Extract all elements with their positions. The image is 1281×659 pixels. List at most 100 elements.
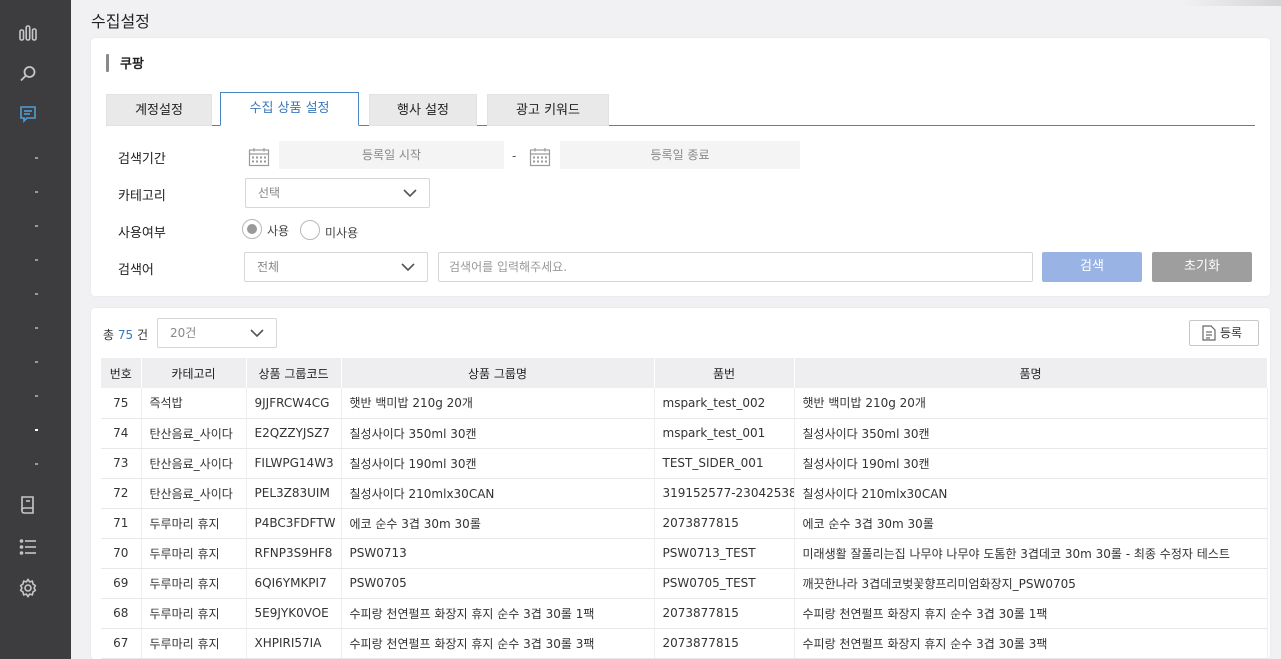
section-title: 쿠팡 bbox=[120, 57, 144, 72]
cell-item-name: 햇반 백미밥 210g 20개 bbox=[794, 388, 1268, 419]
chevron-down-icon bbox=[250, 328, 264, 338]
submenu-dot[interactable] bbox=[35, 395, 38, 397]
usage-option-unused: 미사용 bbox=[325, 226, 359, 240]
usage-radio-use[interactable] bbox=[242, 219, 262, 239]
cell-group-code: RFNP3S9HF8 bbox=[246, 538, 342, 569]
column-header-group-name[interactable]: 상품 그룹명 bbox=[341, 358, 655, 388]
cell-item-name: 칠성사이다 350ml 30캔 bbox=[794, 418, 1268, 449]
cell-number: 69 bbox=[101, 568, 142, 599]
register-button[interactable]: 등록 bbox=[1189, 320, 1259, 346]
table-row[interactable]: 70 두루마리 휴지 RFNP3S9HF8 PSW0713 PSW0713_TE… bbox=[101, 538, 1268, 569]
submenu-dot[interactable] bbox=[35, 293, 38, 295]
usage-radio-unused[interactable] bbox=[300, 220, 320, 240]
category-select[interactable]: 선택 bbox=[245, 178, 430, 208]
cell-group-name: 칠성사이다 350ml 30캔 bbox=[341, 418, 655, 449]
column-header-number[interactable]: 번호 bbox=[101, 358, 142, 388]
submenu-dot[interactable] bbox=[35, 361, 38, 363]
cell-group-code: XHPIRI57IA bbox=[246, 628, 342, 659]
calendar-icon[interactable] bbox=[529, 147, 551, 167]
cell-number: 75 bbox=[101, 388, 142, 419]
list-icon[interactable] bbox=[18, 537, 38, 557]
page-size-select[interactable]: 20건 bbox=[157, 318, 277, 348]
table-row[interactable]: 69 두루마리 휴지 6QI6YMKPI7 PSW0705 PSW0705_TE… bbox=[101, 568, 1268, 599]
end-date-input[interactable]: 등록일 종료 bbox=[560, 141, 800, 169]
cell-group-code: FILWPG14W3 bbox=[246, 448, 342, 479]
category-label: 카테고리 bbox=[118, 189, 166, 204]
cell-group-code: 9JJFRCW4CG bbox=[246, 388, 342, 419]
table-row[interactable]: 72 탄산음료_사이다 PEL3Z83UIM 칠성사이다 210mlx30CAN… bbox=[101, 478, 1268, 509]
book-icon[interactable] bbox=[18, 495, 38, 515]
submenu-dot[interactable] bbox=[35, 463, 38, 465]
keyword-search-input[interactable]: 검색어를 입력해주세요. bbox=[438, 252, 1033, 282]
cell-item-name: 수피랑 천연펄프 화장지 휴지 순수 3겹 30롤 3팩 bbox=[794, 628, 1268, 659]
top-right-decoration bbox=[1181, 0, 1281, 6]
cell-group-name: 칠성사이다 190ml 30캔 bbox=[341, 448, 655, 479]
section-marker bbox=[106, 54, 109, 72]
cell-group-code: E2QZZYJSZ7 bbox=[246, 418, 342, 449]
table-row[interactable]: 71 두루마리 휴지 P4BC3FDFTW 에코 순수 3겹 30m 30롤 2… bbox=[101, 508, 1268, 539]
cell-item-number: mspark_test_002 bbox=[654, 388, 795, 419]
cell-category: 탄산음료_사이다 bbox=[141, 448, 247, 479]
tab-account-settings[interactable]: 계정설정 bbox=[106, 94, 212, 126]
search-icon[interactable] bbox=[18, 64, 38, 84]
search-button[interactable]: 검색 bbox=[1042, 252, 1142, 282]
submenu-dot[interactable] bbox=[35, 327, 38, 329]
start-date-input[interactable]: 등록일 시작 bbox=[279, 141, 504, 169]
reset-button[interactable]: 초기화 bbox=[1152, 252, 1252, 282]
submenu-dot[interactable] bbox=[35, 191, 38, 193]
document-icon bbox=[1202, 325, 1216, 341]
submenu-dot[interactable] bbox=[35, 259, 38, 261]
page-size-value: 20건 bbox=[170, 326, 197, 340]
cell-item-name: 미래생활 잘풀리는집 나무야 나무야 도톰한 3겹데코 30m 30롤 - 최종… bbox=[794, 538, 1268, 569]
sidebar bbox=[0, 0, 71, 659]
cell-number: 68 bbox=[101, 598, 142, 629]
period-label: 검색기간 bbox=[118, 152, 166, 167]
filter-panel: 쿠팡 계정설정 수집 상품 설정 행사 설정 광고 키워드 검색기간 등록일 시… bbox=[91, 38, 1270, 296]
cell-category: 즉석밥 bbox=[141, 388, 247, 419]
usage-label: 사용여부 bbox=[118, 226, 166, 241]
cell-category: 두루마리 휴지 bbox=[141, 568, 247, 599]
table-row[interactable]: 74 탄산음료_사이다 E2QZZYJSZ7 칠성사이다 350ml 30캔 m… bbox=[101, 418, 1268, 449]
total-count-value: 75 bbox=[117, 328, 134, 342]
cell-item-number: 2073877815 bbox=[654, 508, 795, 539]
table-row[interactable]: 75 즉석밥 9JJFRCW4CG 햇반 백미밥 210g 20개 mspark… bbox=[101, 388, 1268, 419]
column-header-item-name[interactable]: 품명 bbox=[794, 358, 1268, 388]
chevron-down-icon bbox=[403, 188, 417, 198]
tab-ad-keywords[interactable]: 광고 키워드 bbox=[487, 94, 609, 126]
cell-category: 두루마리 휴지 bbox=[141, 538, 247, 569]
calendar-icon[interactable] bbox=[248, 147, 270, 167]
table-row[interactable]: 68 두루마리 휴지 5E9JYK0VOE 수피랑 천연펄프 화장지 휴지 순수… bbox=[101, 598, 1268, 629]
cell-group-name: 햇반 백미밥 210g 20개 bbox=[341, 388, 655, 419]
total-suffix: 건 bbox=[136, 328, 149, 342]
chart-icon[interactable] bbox=[18, 23, 38, 43]
page-title: 수집설정 bbox=[91, 12, 150, 31]
cell-group-code: P4BC3FDFTW bbox=[246, 508, 342, 539]
cell-number: 72 bbox=[101, 478, 142, 509]
cell-group-name: PSW0705 bbox=[341, 568, 655, 599]
cell-item-number: TEST_SIDER_001 bbox=[654, 448, 795, 479]
cell-number: 67 bbox=[101, 628, 142, 659]
cell-group-name: 칠성사이다 210mlx30CAN bbox=[341, 478, 655, 509]
cell-number: 74 bbox=[101, 418, 142, 449]
column-header-category[interactable]: 카테고리 bbox=[141, 358, 247, 388]
keyword-scope-select[interactable]: 전체 bbox=[244, 252, 428, 282]
keyword-scope-value: 전체 bbox=[257, 260, 280, 274]
column-header-item-number[interactable]: 품번 bbox=[654, 358, 795, 388]
total-prefix: 총 bbox=[103, 328, 115, 342]
tab-event-settings[interactable]: 행사 설정 bbox=[369, 94, 477, 126]
table-row[interactable]: 67 두루마리 휴지 XHPIRI57IA 수피랑 천연펄프 화장지 휴지 순수… bbox=[101, 628, 1268, 659]
chevron-down-icon bbox=[401, 262, 415, 272]
table-row[interactable]: 73 탄산음료_사이다 FILWPG14W3 칠성사이다 190ml 30캔 T… bbox=[101, 448, 1268, 479]
cell-group-code: 6QI6YMKPI7 bbox=[246, 568, 342, 599]
gear-icon[interactable] bbox=[18, 578, 38, 598]
cell-item-number: PSW0713_TEST bbox=[654, 538, 795, 569]
cell-category: 두루마리 휴지 bbox=[141, 508, 247, 539]
tab-collect-product-settings[interactable]: 수집 상품 설정 bbox=[220, 92, 359, 126]
submenu-dot[interactable] bbox=[35, 225, 38, 227]
submenu-dot[interactable] bbox=[35, 157, 38, 159]
cell-item-name: 칠성사이다 190ml 30캔 bbox=[794, 448, 1268, 479]
column-header-group-code[interactable]: 상품 그룹코드 bbox=[246, 358, 342, 388]
document-list-icon[interactable] bbox=[18, 104, 38, 124]
results-panel: 총 75 건 20건 등록 번호 카테고리 상품 그룹코드 상품 그룹명 품번 … bbox=[91, 308, 1270, 659]
submenu-dot-active[interactable] bbox=[35, 429, 38, 431]
